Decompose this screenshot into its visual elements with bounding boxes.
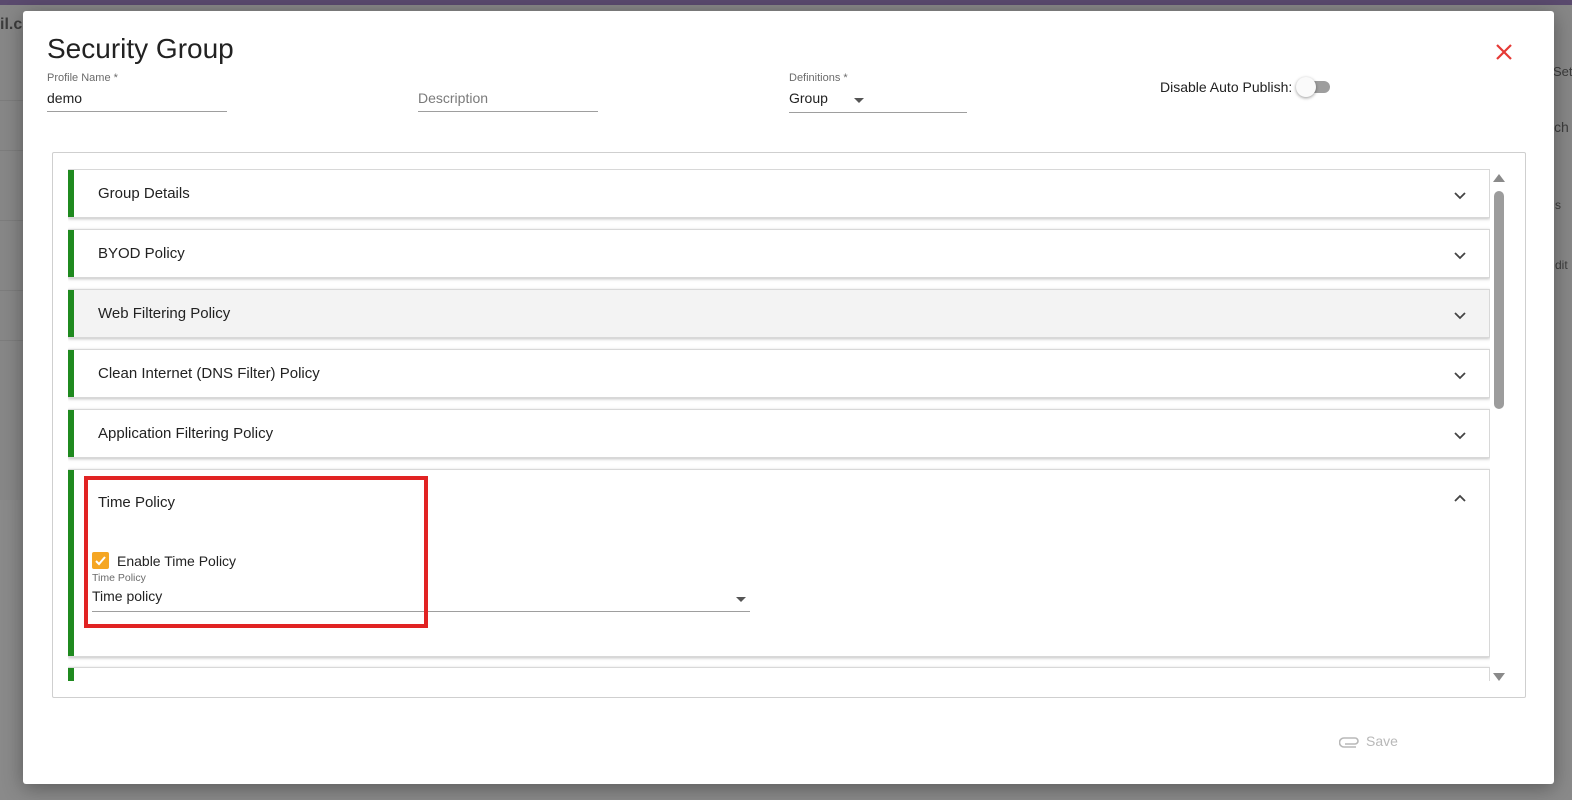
auto-publish-row: Disable Auto Publish: [1160, 77, 1332, 97]
panel-byod-policy[interactable]: BYOD Policy [68, 229, 1490, 278]
definitions-value: Group [789, 90, 828, 106]
panel-scrollbar[interactable] [1493, 169, 1505, 681]
panel-title: Clean Internet (DNS Filter) Policy [98, 365, 320, 382]
profile-name-field: Profile Name * [47, 72, 227, 112]
panel-application-filtering-policy[interactable]: Application Filtering Policy [68, 409, 1490, 458]
background-divider [0, 220, 23, 221]
background-text: dit [1555, 258, 1568, 272]
panel-title: BYOD Policy [98, 245, 185, 262]
toggle-thumb [1296, 77, 1317, 97]
dropdown-arrow-icon [736, 597, 746, 602]
panel-clean-internet-policy[interactable]: Clean Internet (DNS Filter) Policy [68, 349, 1490, 398]
chevron-up-icon[interactable] [1453, 492, 1467, 506]
panel-title[interactable]: Time Policy [98, 494, 175, 511]
background-divider [0, 150, 23, 151]
panel-title: Application Filtering Policy [98, 425, 274, 442]
panel-title: Group Details [98, 185, 190, 202]
auto-publish-label: Disable Auto Publish: [1160, 79, 1293, 95]
enable-time-policy-label: Enable Time Policy [117, 552, 237, 569]
chevron-down-icon [1454, 192, 1466, 200]
checkmark-icon [95, 556, 106, 566]
chevron-down-icon [1454, 312, 1466, 320]
background-divider [0, 100, 23, 101]
panel-group-details[interactable]: Group Details [68, 169, 1490, 218]
definitions-field: Definitions * Group [789, 72, 967, 113]
panel-next-partial[interactable] [68, 667, 1490, 681]
close-icon [1496, 44, 1512, 60]
chevron-down-icon [1454, 432, 1466, 440]
chevron-down-icon [1454, 372, 1466, 380]
paperclip-icon [1339, 737, 1359, 748]
profile-name-input[interactable] [47, 86, 227, 112]
background-text: ch [1554, 119, 1569, 135]
scroll-down-arrow-icon[interactable] [1493, 673, 1505, 681]
profile-name-label: Profile Name * [47, 72, 118, 84]
time-policy-select-label: Time Policy [92, 572, 146, 584]
enable-time-policy-row: Enable Time Policy [92, 552, 236, 569]
scroll-up-arrow-icon[interactable] [1493, 174, 1505, 182]
auto-publish-toggle[interactable] [1296, 77, 1332, 97]
save-button[interactable]: Save [1339, 733, 1398, 749]
time-policy-select-value: Time policy [92, 588, 163, 604]
dropdown-arrow-icon [854, 98, 864, 103]
description-label [418, 72, 598, 86]
enable-time-policy-checkbox[interactable] [92, 552, 109, 569]
time-policy-select[interactable]: Time policy [92, 584, 750, 612]
policy-panels-container: Group Details BYOD Policy Web Filtering … [52, 152, 1526, 698]
background-text: il.c [0, 16, 23, 33]
background-divider [0, 340, 23, 341]
definitions-select[interactable]: Group [789, 86, 967, 113]
policy-panels-list: Group Details BYOD Policy Web Filtering … [68, 169, 1490, 681]
save-label: Save [1366, 733, 1398, 749]
dialog-title: Security Group [47, 33, 234, 64]
chevron-down-icon [1454, 252, 1466, 260]
description-input[interactable] [418, 86, 598, 112]
panel-time-policy: Time Policy Enable Time Policy Time Poli… [68, 469, 1490, 657]
background-text: s [1555, 198, 1561, 212]
panel-web-filtering-policy[interactable]: Web Filtering Policy [68, 289, 1490, 338]
scrollbar-thumb[interactable] [1494, 191, 1504, 409]
description-field [418, 72, 598, 112]
time-policy-field: Time Policy Time policy [92, 572, 750, 612]
background-text: Set [1553, 64, 1572, 79]
close-button[interactable] [1493, 41, 1515, 63]
background-divider [0, 290, 23, 291]
definitions-label: Definitions * [789, 72, 848, 84]
panel-title: Web Filtering Policy [98, 305, 231, 322]
security-group-dialog: Security Group Profile Name * Definition… [23, 11, 1554, 784]
